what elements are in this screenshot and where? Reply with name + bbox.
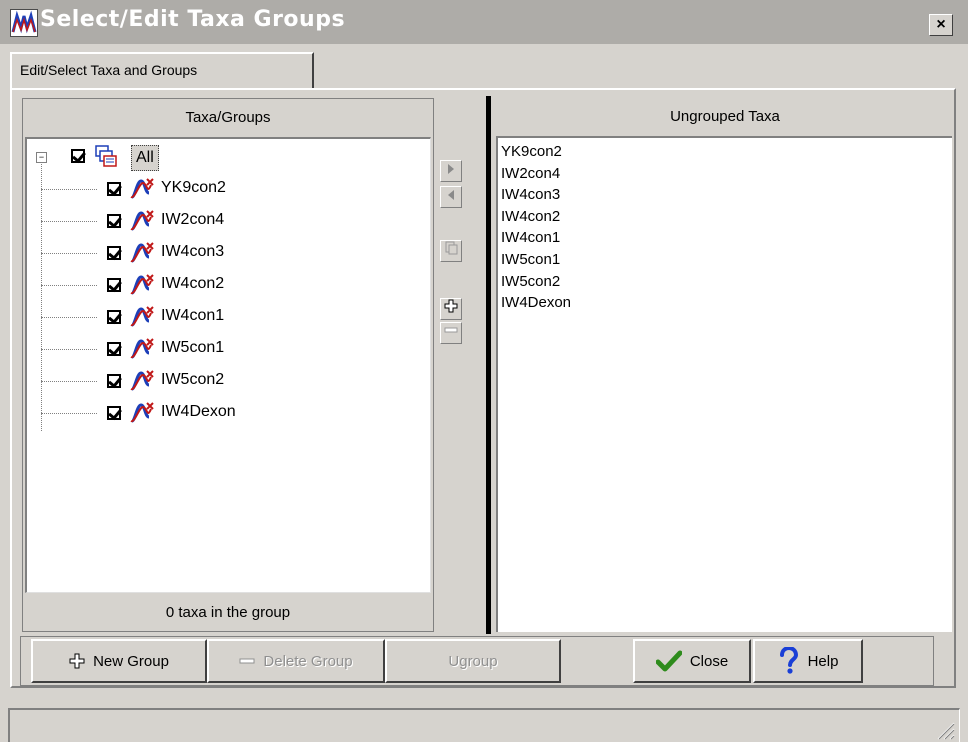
window-title: Select/Edit Taxa Groups (40, 7, 346, 32)
taxon-label: IW4con1 (161, 307, 225, 324)
tree-connector (41, 285, 97, 286)
tree-connector (41, 253, 97, 254)
taxon-label: IW4con2 (161, 275, 225, 292)
tree-connector (41, 221, 97, 222)
sequence-icon (130, 338, 154, 359)
ungrouped-taxa-list[interactable]: YK9con2 IW2con4 IW4con3 IW4con2 IW4con1 … (496, 136, 952, 632)
new-group-label: New Group (93, 652, 169, 670)
tree-row[interactable]: IW4con3 (27, 237, 427, 269)
list-item[interactable]: IW4con2 (498, 206, 952, 228)
tree-connector (41, 317, 97, 318)
taxa-groups-header: Taxa/Groups (185, 109, 271, 126)
tree-row[interactable]: IW4Dexon (27, 397, 427, 429)
ugroup-button[interactable]: Ugroup (385, 639, 561, 683)
sequence-icon (130, 178, 154, 199)
checkmark-icon (655, 650, 682, 672)
remove-taxon-button[interactable] (440, 322, 462, 344)
add-taxon-button[interactable] (440, 298, 462, 320)
taxon-label: IW4con3 (161, 243, 225, 260)
ungrouped-taxa-panel: Ungrouped Taxa YK9con2 IW2con4 IW4con3 I… (494, 98, 956, 634)
status-bar (8, 708, 960, 742)
taxon-checkbox[interactable] (107, 278, 121, 292)
title-bar: Select/Edit Taxa Groups × (0, 0, 968, 44)
new-group-button[interactable]: New Group (31, 639, 207, 683)
help-label: Help (807, 652, 839, 670)
tree-connector (41, 349, 97, 350)
taxon-label: IW4Dexon (161, 403, 236, 420)
sequence-icon (130, 370, 154, 391)
move-right-button[interactable] (440, 160, 462, 182)
splitter[interactable] (486, 96, 491, 634)
list-item[interactable]: IW5con1 (498, 249, 952, 271)
app-logo-icon (10, 9, 38, 37)
taxon-checkbox[interactable] (107, 214, 121, 228)
taxon-checkbox[interactable] (107, 310, 121, 324)
taxa-tree[interactable]: − All YK9con2 IW2con4 IW4con3 IW4con2 IW… (25, 137, 431, 593)
tree-row[interactable]: IW5con1 (27, 333, 427, 365)
tree-root-label[interactable]: All (131, 145, 159, 171)
delete-group-label: Delete Group (263, 652, 353, 670)
list-item[interactable]: IW4Dexon (498, 292, 952, 314)
close-button[interactable]: Close (633, 639, 751, 683)
taxon-label: YK9con2 (161, 179, 226, 196)
group-count-status: 0 taxa in the group (165, 604, 291, 621)
list-item[interactable]: IW4con1 (498, 227, 952, 249)
sequence-icon (130, 306, 154, 327)
taxon-checkbox[interactable] (107, 374, 121, 388)
list-item[interactable]: YK9con2 (498, 141, 952, 163)
tree-connector (41, 189, 97, 190)
page-icon (445, 241, 458, 255)
tab-edit-select-taxa[interactable]: Edit/Select Taxa and Groups (10, 52, 314, 88)
minus-icon (444, 327, 458, 333)
ugroup-label: Ugroup (448, 652, 498, 670)
sequence-icon (130, 402, 154, 423)
arrow-right-icon (448, 164, 454, 174)
taxon-checkbox[interactable] (107, 246, 121, 260)
taxon-checkbox[interactable] (107, 342, 121, 356)
arrow-left-icon (448, 190, 454, 200)
sequence-icon (130, 274, 154, 295)
tree-root-all[interactable]: − All (27, 139, 427, 173)
list-item[interactable]: IW5con2 (498, 271, 952, 293)
taxon-label: IW5con2 (161, 371, 225, 388)
sequence-icon (130, 242, 154, 263)
delete-group-button[interactable]: Delete Group (207, 639, 385, 683)
plus-icon (444, 299, 458, 313)
all-checkbox[interactable] (71, 149, 85, 163)
tree-row[interactable]: IW4con2 (27, 269, 427, 301)
tree-row[interactable]: IW4con1 (27, 301, 427, 333)
taxon-checkbox[interactable] (107, 182, 121, 196)
close-label: Close (689, 652, 729, 670)
move-left-button[interactable] (440, 186, 462, 208)
help-button[interactable]: Help (753, 639, 863, 683)
close-window-button[interactable]: × (929, 14, 953, 36)
list-item[interactable]: IW4con3 (498, 184, 952, 206)
tree-row[interactable]: YK9con2 (27, 173, 427, 205)
question-mark-icon (779, 647, 798, 674)
resize-grip-icon[interactable] (935, 720, 955, 740)
group-icon (95, 145, 117, 167)
tree-row[interactable]: IW5con2 (27, 365, 427, 397)
taxon-label: IW2con4 (161, 211, 225, 228)
collapse-icon[interactable]: − (36, 152, 47, 163)
tree-row[interactable]: IW2con4 (27, 205, 427, 237)
taxa-groups-panel: Taxa/Groups − All YK9con2 IW2con4 IW4con… (22, 98, 434, 632)
move-toolbar (436, 98, 484, 632)
plus-icon (69, 653, 85, 669)
taxon-label: IW5con1 (161, 339, 225, 356)
list-item[interactable]: IW2con4 (498, 163, 952, 185)
taxon-checkbox[interactable] (107, 406, 121, 420)
ungrouped-taxa-header: Ungrouped Taxa (670, 108, 780, 125)
tree-connector (41, 413, 97, 414)
tree-connector (41, 381, 97, 382)
button-bar: New Group Delete Group Ugroup Close Help (20, 636, 934, 686)
minus-icon (239, 658, 255, 664)
sequence-icon (130, 210, 154, 231)
edit-group-button[interactable] (440, 240, 462, 262)
